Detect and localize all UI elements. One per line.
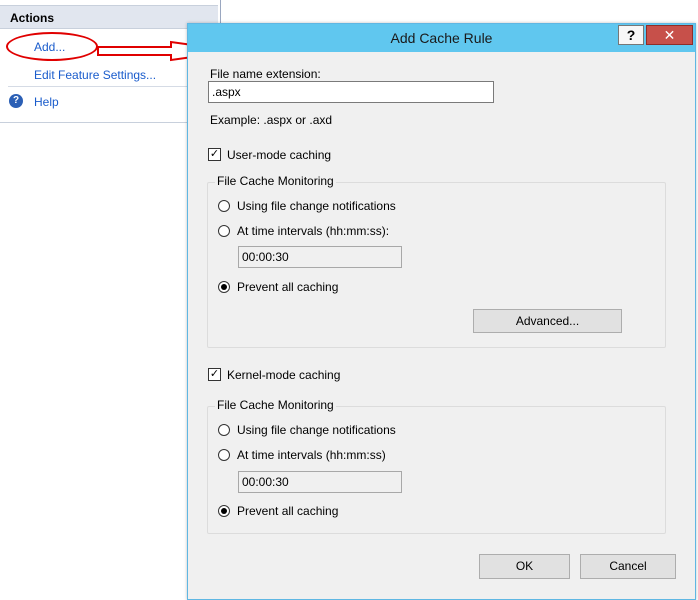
user-mode-intervals-radio[interactable] [218, 225, 230, 237]
kernel-mode-label: Kernel-mode caching [227, 368, 341, 382]
help-icon: ? [9, 94, 23, 108]
user-mode-prevent-label: Prevent all caching [237, 280, 339, 294]
ok-button[interactable]: OK [479, 554, 570, 579]
extension-example: Example: .aspx or .axd [210, 113, 333, 127]
user-mode-interval-input[interactable] [238, 246, 402, 268]
kernel-mode-intervals-radio[interactable] [218, 449, 230, 461]
actions-header: Actions [0, 5, 218, 29]
user-mode-notifications-label: Using file change notifications [237, 199, 396, 213]
edit-feature-settings-link[interactable]: Edit Feature Settings... [34, 68, 156, 82]
annotation-ellipse [6, 32, 98, 61]
help-button[interactable]: ? [618, 25, 644, 45]
cancel-button[interactable]: Cancel [580, 554, 676, 579]
user-mode-group-title: File Cache Monitoring [215, 174, 336, 188]
user-mode-label: User-mode caching [227, 148, 332, 162]
kernel-mode-prevent-label: Prevent all caching [237, 504, 339, 518]
add-cache-rule-dialog: Add Cache Rule ? ✕ File name extension: … [187, 23, 696, 600]
help-action-link[interactable]: Help [34, 95, 59, 109]
extension-input[interactable] [208, 81, 494, 103]
extension-label: File name extension: [210, 67, 321, 81]
kernel-mode-interval-input[interactable] [238, 471, 402, 493]
close-button[interactable]: ✕ [646, 25, 693, 45]
user-mode-prevent-radio[interactable] [218, 281, 230, 293]
kernel-mode-notifications-label: Using file change notifications [237, 423, 396, 437]
kernel-mode-intervals-label: At time intervals (hh:mm:ss) [237, 448, 386, 462]
kernel-mode-notifications-radio[interactable] [218, 424, 230, 436]
user-mode-notifications-radio[interactable] [218, 200, 230, 212]
user-mode-intervals-label: At time intervals (hh:mm:ss): [237, 224, 390, 238]
dialog-titlebar[interactable]: Add Cache Rule ? ✕ [188, 24, 695, 52]
kernel-mode-prevent-radio[interactable] [218, 505, 230, 517]
kernel-mode-checkbox[interactable]: ✓ [208, 368, 221, 381]
advanced-button[interactable]: Advanced... [473, 309, 622, 333]
user-mode-checkbox[interactable]: ✓ [208, 148, 221, 161]
kernel-mode-group-title: File Cache Monitoring [215, 398, 336, 412]
